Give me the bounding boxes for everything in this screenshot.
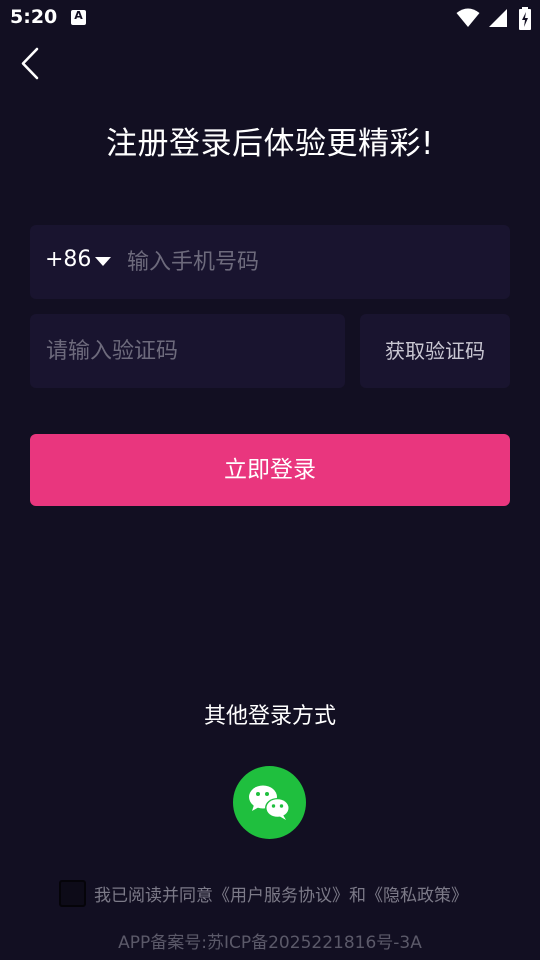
other-login-title: 其他登录方式 <box>203 704 336 729</box>
battery-icon <box>519 7 531 30</box>
phone-input[interactable] <box>127 243 497 281</box>
wechat-icon <box>249 785 290 820</box>
verification-code-input[interactable] <box>46 332 336 370</box>
icp-filing-text: APP备案号:苏ICP备2025221816号-3A <box>118 933 422 953</box>
phone-field: +86 <box>30 225 510 299</box>
verification-code-field <box>30 314 345 388</box>
status-bar: 5:20 A <box>0 0 540 36</box>
wifi-icon <box>456 8 480 27</box>
login-screen: 5:20 A 注册登录后体验更精彩! +86 输入手机号码 请输入验证码 获取验… <box>0 0 540 960</box>
wechat-login-button[interactable] <box>233 766 306 839</box>
agreement-checkbox[interactable] <box>59 880 86 907</box>
signal-icon <box>489 9 507 27</box>
notification-a-letter: A <box>74 9 83 22</box>
page-title: 注册登录后体验更精彩! <box>106 126 434 162</box>
country-code-selector[interactable]: +86 <box>45 247 91 272</box>
agreement-text[interactable]: 我已阅读并同意《用户服务协议》和《隐私政策》 <box>94 881 468 906</box>
login-button[interactable]: 立即登录 <box>30 434 510 506</box>
status-time: 5:20 <box>10 6 58 28</box>
back-button[interactable] <box>14 44 50 84</box>
notification-a-icon: A <box>71 9 86 25</box>
get-code-button[interactable]: 获取验证码 <box>360 314 510 388</box>
chevron-left-icon <box>21 47 39 80</box>
caret-down-icon[interactable] <box>95 257 111 266</box>
